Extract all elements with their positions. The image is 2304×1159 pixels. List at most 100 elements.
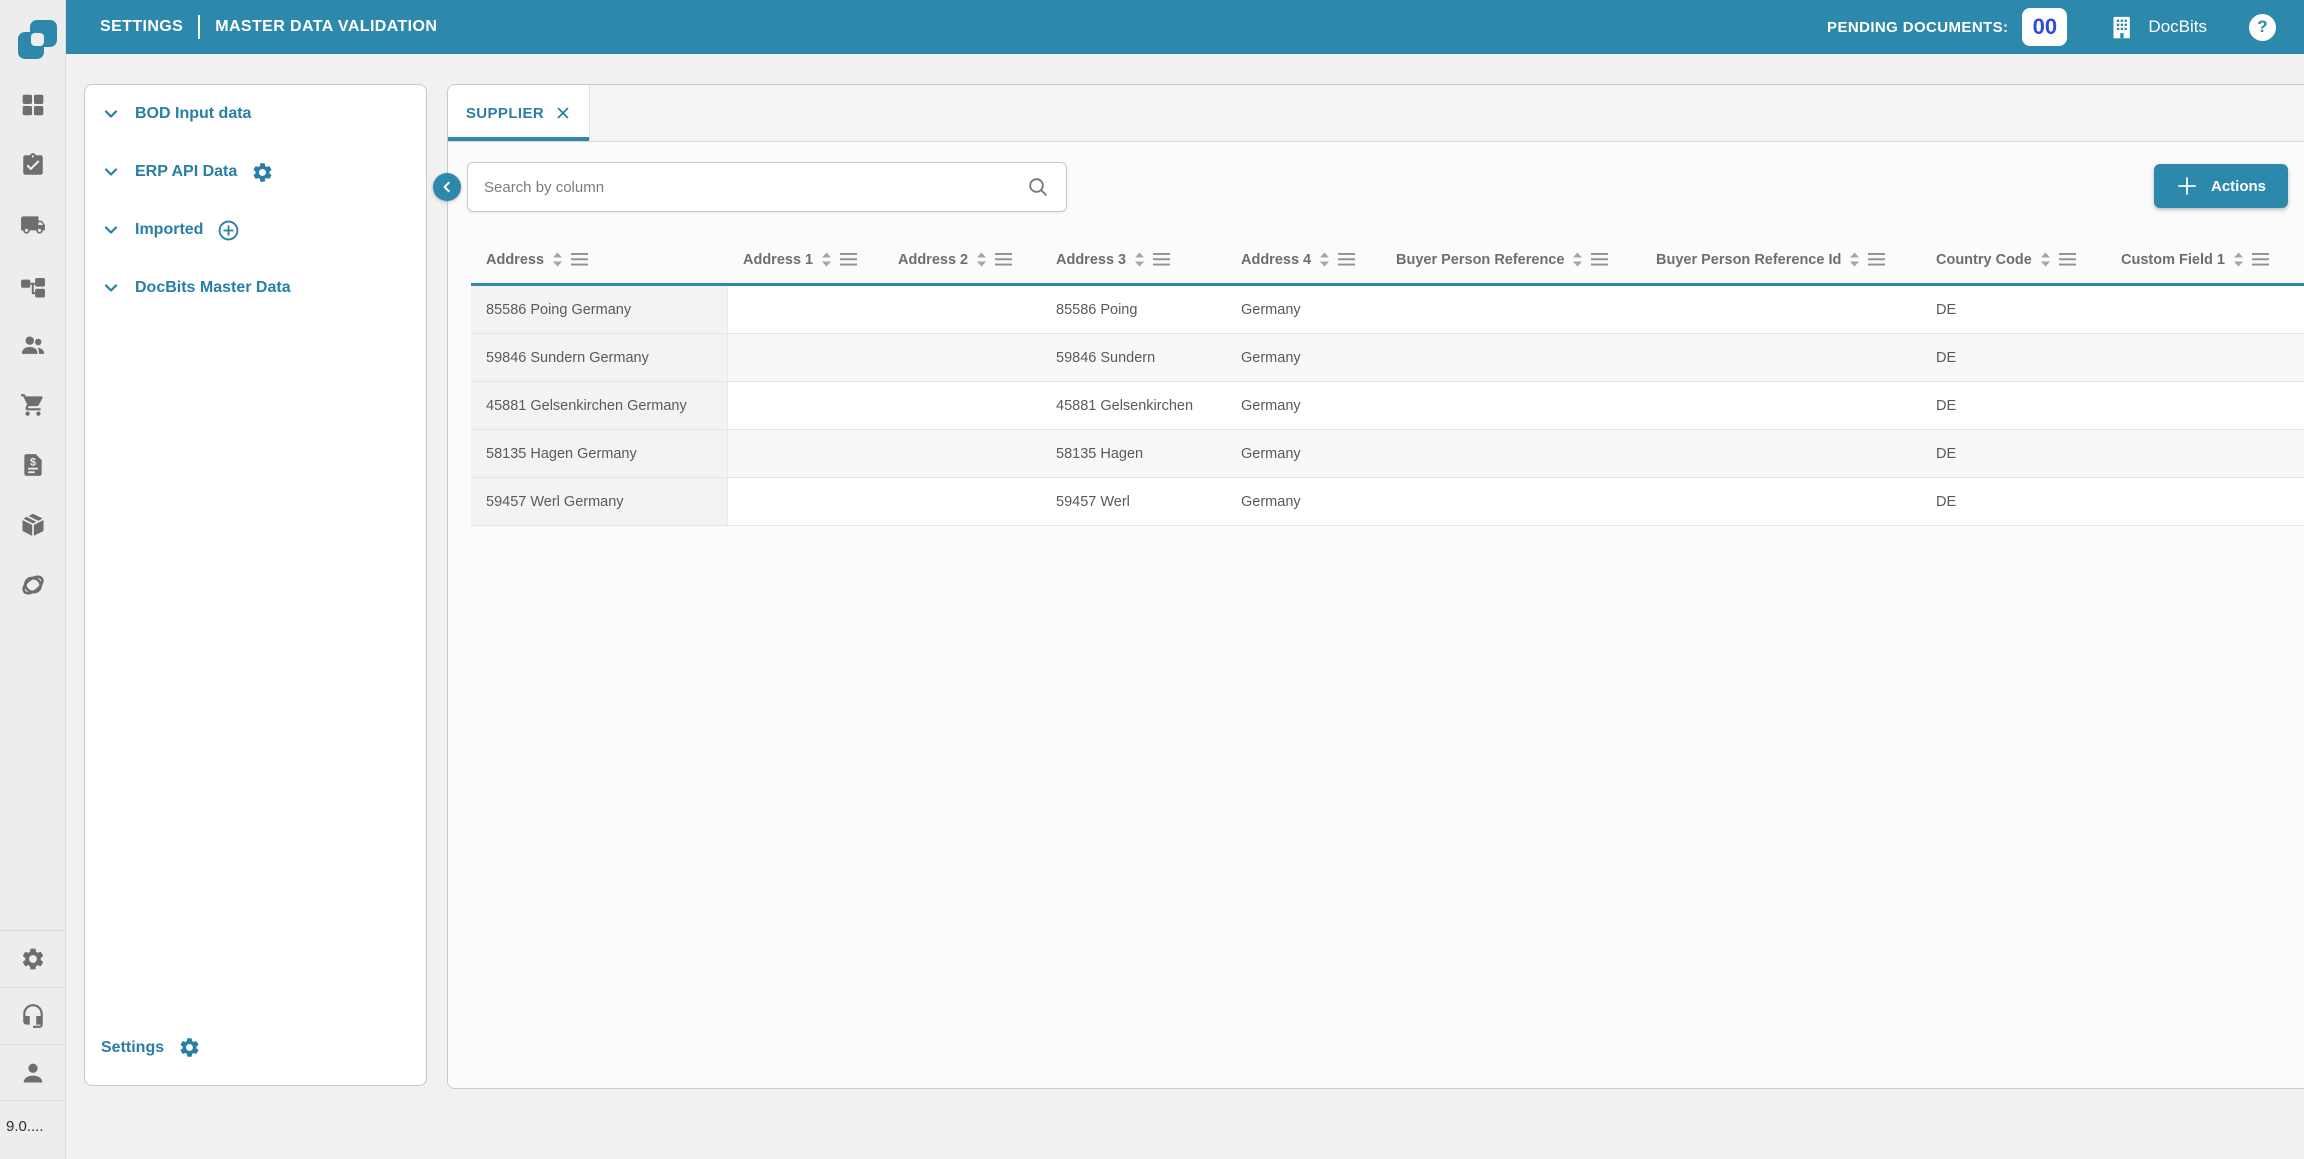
shipping-icon[interactable] <box>20 212 46 238</box>
settings-icon[interactable] <box>20 946 46 972</box>
cell-address: 85586 Poing Germany <box>471 286 728 333</box>
support-headset-icon[interactable] <box>20 1003 46 1029</box>
integrations-icon[interactable] <box>20 572 46 598</box>
table-row[interactable]: 59457 Werl Germany59457 WerlGermanyDE <box>471 478 2304 526</box>
rail-nav: $ <box>0 92 65 598</box>
gear-icon[interactable] <box>251 161 274 184</box>
search-icon[interactable] <box>1026 175 1050 199</box>
cell-custom-field-1 <box>2106 478 2304 525</box>
cell-country-code: DE <box>1921 286 2106 333</box>
sort-icon[interactable] <box>552 252 563 267</box>
column-menu-icon[interactable] <box>571 253 589 266</box>
sort-icon[interactable] <box>976 252 987 267</box>
cell-custom-field-1 <box>2106 286 2304 333</box>
column-header-buyer-person-reference-id[interactable]: Buyer Person Reference Id <box>1641 252 1921 268</box>
table-row[interactable]: 85586 Poing Germany85586 PoingGermanyDE <box>471 286 2304 334</box>
column-menu-icon[interactable] <box>840 253 858 266</box>
tab-supplier[interactable]: SUPPLIER <box>448 85 590 141</box>
column-header-label: Country Code <box>1936 252 2032 268</box>
docbits-logo[interactable] <box>6 6 60 66</box>
users-icon[interactable] <box>20 332 46 358</box>
column-menu-icon[interactable] <box>1868 253 1886 266</box>
cell-address: 45881 Gelsenkirchen Germany <box>471 382 728 429</box>
breadcrumb: SETTINGS MASTER DATA VALIDATION <box>100 15 437 39</box>
cell-country-code: DE <box>1921 478 2106 525</box>
column-header-label: Address 2 <box>898 252 968 268</box>
tab-content: Actions Address Address 1 Address 2 Address… <box>448 142 2304 1088</box>
chevron-down-icon[interactable] <box>101 104 121 124</box>
tab-label: SUPPLIER <box>466 105 544 122</box>
package-icon[interactable] <box>20 512 46 538</box>
sort-icon[interactable] <box>1572 252 1583 267</box>
column-header-country-code[interactable]: Country Code <box>1921 252 2106 268</box>
sort-icon[interactable] <box>2040 252 2051 267</box>
cell-country-code: DE <box>1921 430 2106 477</box>
rail-bottom <box>0 930 65 1101</box>
column-menu-icon[interactable] <box>1591 253 1609 266</box>
column-menu-icon[interactable] <box>2059 253 2077 266</box>
add-circle-icon[interactable] <box>217 219 240 242</box>
search-input[interactable] <box>484 179 1026 196</box>
column-header-address-1[interactable]: Address 1 <box>728 252 883 268</box>
cell-address: 59846 Sundern Germany <box>471 334 728 381</box>
sort-icon[interactable] <box>821 252 832 267</box>
workflow-icon[interactable] <box>20 272 46 298</box>
panel-item-bod-input-data[interactable]: BOD Input data <box>85 85 426 143</box>
column-header-label: Custom Field 1 <box>2121 252 2225 268</box>
collapse-panel-button[interactable] <box>433 173 461 201</box>
chevron-down-icon[interactable] <box>101 162 121 182</box>
icon-rail: $ <box>0 0 66 1159</box>
column-menu-icon[interactable] <box>2252 253 2270 266</box>
column-menu-icon[interactable] <box>1338 253 1356 266</box>
chevron-down-icon[interactable] <box>101 278 121 298</box>
column-header-address-3[interactable]: Address 3 <box>1041 252 1226 268</box>
cell-buyer-person-reference <box>1381 334 1641 381</box>
organization-switcher[interactable]: DocBits <box>2109 14 2207 41</box>
panel-item-label: Imported <box>135 221 203 239</box>
invoice-icon[interactable]: $ <box>20 452 46 478</box>
panel-item-erp-api-data[interactable]: ERP API Data <box>85 143 426 201</box>
table-row[interactable]: 58135 Hagen Germany58135 HagenGermanyDE <box>471 430 2304 478</box>
column-header-buyer-person-reference[interactable]: Buyer Person Reference <box>1381 252 1641 268</box>
cell-address-1 <box>728 334 883 381</box>
column-header-address-4[interactable]: Address 4 <box>1226 252 1381 268</box>
plus-icon <box>2176 175 2198 197</box>
cell-country-code: DE <box>1921 334 2106 381</box>
validated-documents-icon[interactable] <box>20 152 46 178</box>
cell-address-1 <box>728 286 883 333</box>
panel-settings-link[interactable]: Settings <box>101 1036 201 1059</box>
column-header-label: Address 1 <box>743 252 813 268</box>
cell-address-3: 58135 Hagen <box>1041 430 1226 477</box>
cell-address-3: 59457 Werl <box>1041 478 1226 525</box>
column-menu-icon[interactable] <box>1153 253 1171 266</box>
table-row[interactable]: 59846 Sundern Germany59846 SundernGerman… <box>471 334 2304 382</box>
cell-address-2 <box>883 382 1041 429</box>
purchase-cart-icon[interactable] <box>20 392 46 418</box>
cell-buyer-person-reference-id <box>1641 334 1921 381</box>
sort-icon[interactable] <box>2233 252 2244 267</box>
cell-buyer-person-reference <box>1381 286 1641 333</box>
close-tab-icon[interactable] <box>555 105 571 121</box>
panel-item-imported[interactable]: Imported <box>85 201 426 259</box>
breadcrumb-section: SETTINGS <box>100 18 183 36</box>
table-row[interactable]: 45881 Gelsenkirchen Germany45881 Gelsenk… <box>471 382 2304 430</box>
table-body: 85586 Poing Germany85586 PoingGermanyDE5… <box>471 286 2304 526</box>
help-button[interactable]: ? <box>2249 14 2276 41</box>
sort-icon[interactable] <box>1319 252 1330 267</box>
sort-icon[interactable] <box>1849 252 1860 267</box>
column-header-address-2[interactable]: Address 2 <box>883 252 1041 268</box>
dashboard-icon[interactable] <box>20 92 46 118</box>
chevron-down-icon[interactable] <box>101 220 121 240</box>
gear-icon[interactable] <box>178 1036 201 1059</box>
cell-buyer-person-reference-id <box>1641 382 1921 429</box>
panel-item-docbits-master-data[interactable]: DocBits Master Data <box>85 259 426 317</box>
column-header-custom-field-1[interactable]: Custom Field 1 <box>2106 252 2304 268</box>
cell-buyer-person-reference-id <box>1641 286 1921 333</box>
column-menu-icon[interactable] <box>995 253 1013 266</box>
account-icon[interactable] <box>20 1060 46 1086</box>
main-card: SUPPLIER Action <box>447 84 2304 1089</box>
actions-button[interactable]: Actions <box>2154 164 2288 208</box>
sort-icon[interactable] <box>1134 252 1145 267</box>
column-header-address[interactable]: Address <box>471 252 728 268</box>
column-header-label: Buyer Person Reference <box>1396 252 1564 268</box>
